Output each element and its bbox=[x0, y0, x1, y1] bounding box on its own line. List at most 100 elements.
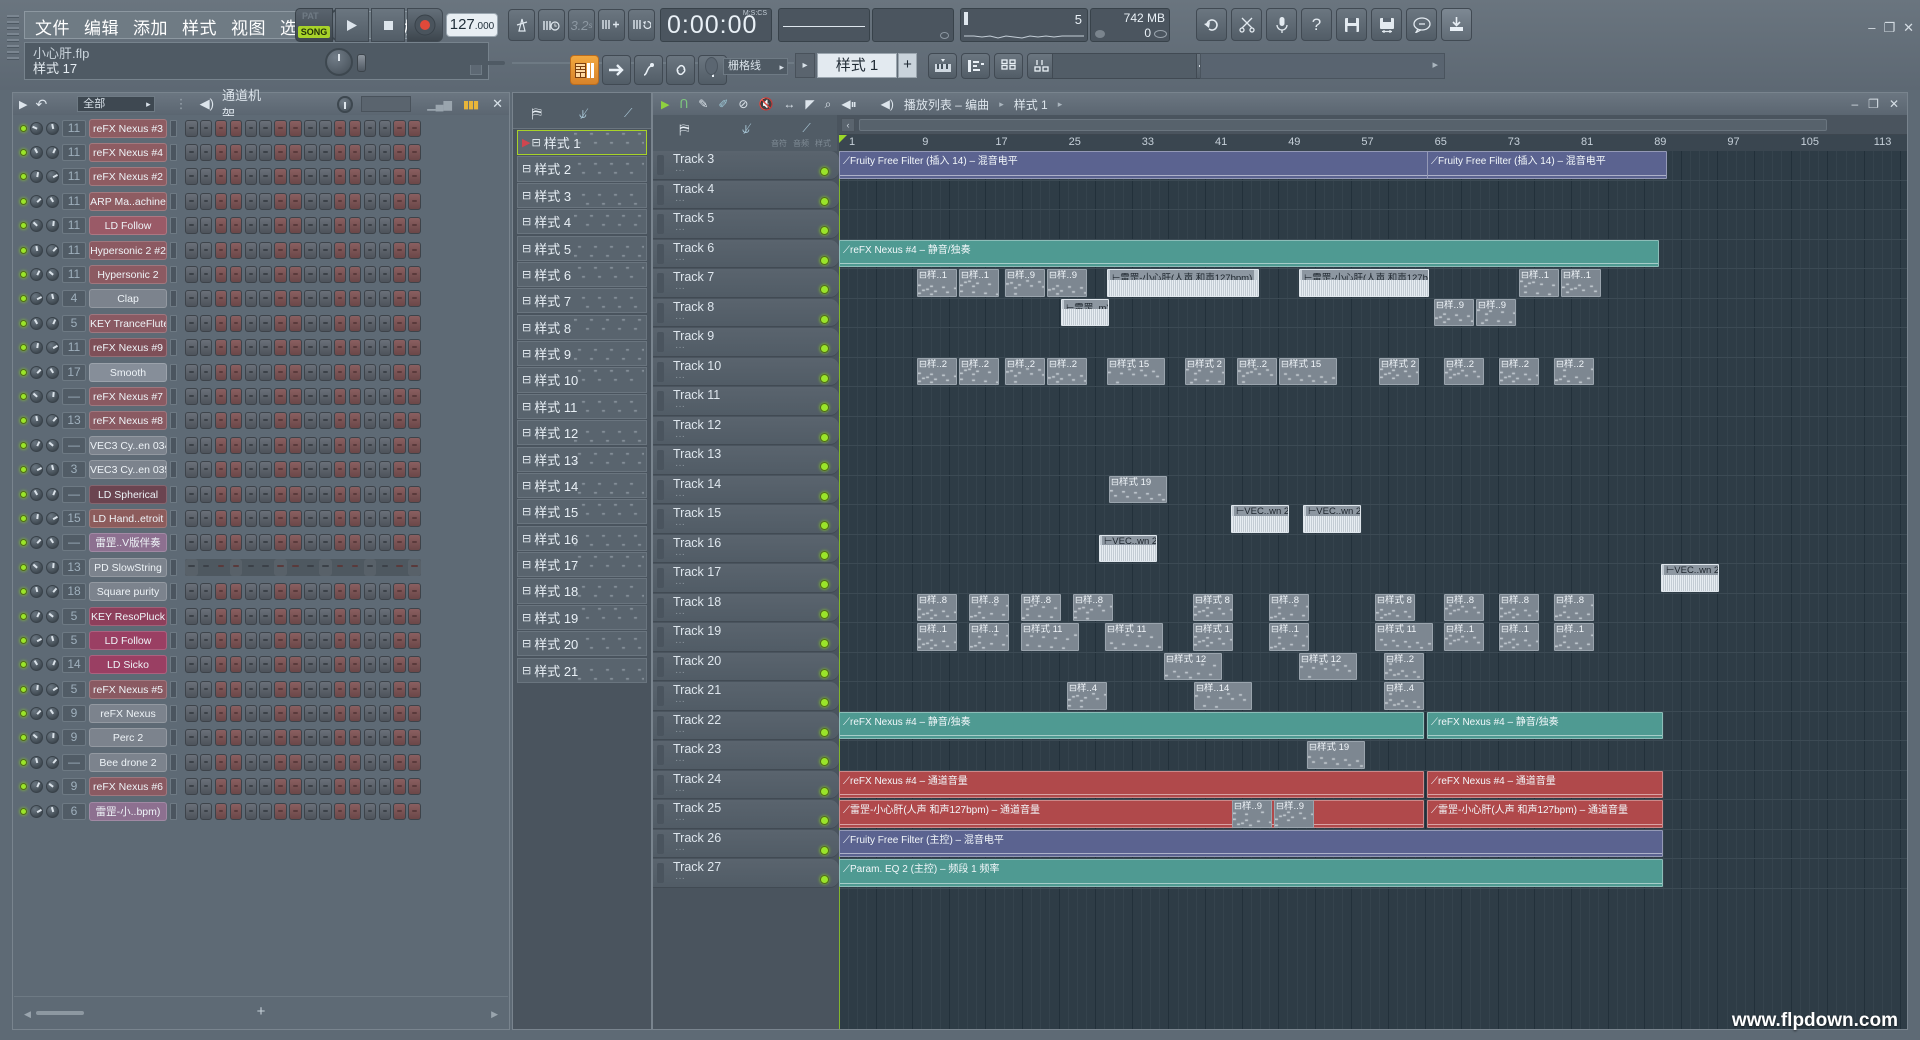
playlist-track-header[interactable]: Track 22 ··· bbox=[653, 711, 839, 740]
track-grip[interactable] bbox=[657, 656, 664, 677]
playlist-track-header[interactable]: Track 17 ··· bbox=[653, 564, 839, 593]
channel-volume-knob[interactable] bbox=[46, 146, 59, 160]
playlist-track-header[interactable]: Track 3 ··· bbox=[653, 151, 839, 180]
step-button[interactable] bbox=[289, 387, 302, 405]
step-button[interactable] bbox=[185, 656, 198, 674]
step-button[interactable] bbox=[289, 534, 302, 552]
channel-row[interactable]: — VEC3 Cy..en 034 bbox=[14, 433, 508, 457]
mute-icon[interactable]: 🔇 bbox=[758, 97, 773, 111]
pattern-list-item[interactable]: ⊟ 样式 11 bbox=[517, 393, 647, 419]
step-button[interactable] bbox=[378, 144, 392, 162]
pattern-list-item[interactable]: ⊟ 样式 18 bbox=[517, 578, 647, 604]
step-button[interactable] bbox=[378, 753, 392, 771]
step-button[interactable] bbox=[244, 314, 258, 332]
browser-icon[interactable] bbox=[994, 53, 1023, 79]
channel-mixer-number[interactable]: 9 bbox=[62, 705, 86, 723]
channel-row[interactable]: 4 Clap bbox=[14, 287, 508, 311]
pattern-clip[interactable]: ⊟样..2 bbox=[1047, 357, 1087, 385]
arrow-right-icon[interactable] bbox=[602, 55, 631, 85]
track-enable-led[interactable] bbox=[820, 373, 829, 383]
step-button[interactable] bbox=[259, 802, 272, 820]
pattern-clip[interactable]: ⊟样..8 bbox=[1269, 593, 1309, 621]
step-button[interactable] bbox=[393, 778, 406, 796]
step-button[interactable] bbox=[378, 168, 392, 186]
save-as-icon[interactable] bbox=[1371, 8, 1402, 41]
automation-clip[interactable]: ⟋雷罡-小心肝(人声 和声127bpm) – 通道音量 bbox=[1427, 800, 1663, 828]
step-sequencer-row[interactable] bbox=[185, 778, 421, 796]
step-button[interactable] bbox=[363, 583, 377, 601]
channel-row[interactable]: 11 Hypersonic 2 bbox=[14, 262, 508, 286]
step-button[interactable] bbox=[304, 363, 317, 381]
step-button[interactable] bbox=[199, 558, 213, 576]
channel-row[interactable]: 5 LD Follow bbox=[14, 628, 508, 652]
pattern-clip[interactable]: ⊟样..2 bbox=[1384, 652, 1424, 680]
channel-mixer-number[interactable]: 9 bbox=[62, 778, 86, 796]
step-button[interactable] bbox=[393, 192, 406, 210]
step-button[interactable] bbox=[393, 485, 406, 503]
channel-volume-knob[interactable] bbox=[46, 585, 59, 599]
step-button[interactable] bbox=[304, 241, 317, 259]
track-options-dots[interactable]: ··· bbox=[675, 608, 685, 619]
channel-row[interactable]: 9 Perc 2 bbox=[14, 726, 508, 750]
channel-enable-led[interactable] bbox=[20, 612, 27, 620]
step-button[interactable] bbox=[214, 266, 228, 284]
step-button[interactable] bbox=[408, 241, 421, 259]
channel-pan-knob[interactable] bbox=[30, 804, 43, 818]
audio-clip[interactable]: ⊢雷罡-小心肝(人声 和声127bpm) bbox=[1107, 269, 1259, 297]
channel-name-button[interactable]: Perc 2 bbox=[89, 728, 167, 748]
step-button[interactable] bbox=[304, 436, 317, 454]
channel-name-button[interactable]: ARP Ma..achine bbox=[89, 191, 167, 211]
channel-name-button[interactable]: reFX Nexus #2 bbox=[89, 167, 167, 187]
step-button[interactable] bbox=[333, 680, 347, 698]
channel-name-button[interactable]: Hypersonic 2 bbox=[89, 265, 167, 285]
step-button[interactable] bbox=[408, 192, 421, 210]
track-enable-led[interactable] bbox=[820, 167, 829, 176]
step-button[interactable] bbox=[185, 387, 198, 405]
channel-enable-led[interactable] bbox=[20, 490, 27, 498]
step-button[interactable] bbox=[274, 314, 287, 332]
track-grip[interactable] bbox=[657, 538, 664, 559]
step-button[interactable] bbox=[259, 168, 272, 186]
pattern-clip[interactable]: ⊟样式 2 bbox=[1185, 357, 1225, 385]
step-button[interactable] bbox=[229, 144, 243, 162]
step-button[interactable] bbox=[319, 534, 332, 552]
step-button[interactable] bbox=[244, 436, 258, 454]
step-button[interactable] bbox=[319, 363, 332, 381]
track-options-dots[interactable]: ··· bbox=[675, 401, 685, 412]
step-button[interactable] bbox=[199, 729, 213, 747]
step-button[interactable] bbox=[229, 778, 243, 796]
step-sequencer-row[interactable] bbox=[185, 534, 421, 552]
track-grip[interactable] bbox=[657, 184, 664, 205]
channel-mixer-number[interactable]: 13 bbox=[62, 558, 86, 576]
step-button[interactable] bbox=[348, 583, 362, 601]
master-pitch-slider[interactable] bbox=[357, 54, 505, 72]
pattern-clip[interactable]: ⊟样式 11 bbox=[1021, 623, 1079, 651]
track-enable-led[interactable] bbox=[820, 580, 829, 589]
slice-icon[interactable]: ↔ bbox=[783, 97, 795, 111]
link-icon[interactable] bbox=[666, 55, 695, 85]
track-grip[interactable] bbox=[657, 420, 664, 441]
step-button[interactable] bbox=[304, 290, 317, 308]
step-sequencer-row[interactable] bbox=[185, 583, 421, 601]
pattern-clip[interactable]: ⊟样..1 bbox=[1269, 623, 1309, 651]
step-button[interactable] bbox=[378, 363, 392, 381]
channel-enable-led[interactable] bbox=[20, 173, 27, 181]
step-button[interactable] bbox=[333, 753, 347, 771]
step-button[interactable] bbox=[348, 631, 362, 649]
draw-icon[interactable] bbox=[634, 55, 663, 85]
step-button[interactable] bbox=[333, 607, 347, 625]
track-enable-led[interactable] bbox=[820, 639, 829, 648]
pattern-list-item[interactable]: ⊟ 样式 12 bbox=[517, 420, 647, 446]
step-button[interactable] bbox=[185, 290, 198, 308]
track-options-dots[interactable]: ··· bbox=[675, 254, 685, 265]
step-button[interactable] bbox=[408, 387, 421, 405]
automation-clip[interactable]: ⟋Fruity Free Filter (主控) – 混音电平 bbox=[839, 829, 1663, 857]
minimize-button[interactable]: – bbox=[1851, 97, 1858, 111]
step-button[interactable] bbox=[244, 290, 258, 308]
channel-volume-knob[interactable] bbox=[46, 463, 59, 477]
step-button[interactable] bbox=[289, 729, 302, 747]
step-button[interactable] bbox=[259, 119, 272, 137]
step-button[interactable] bbox=[333, 729, 347, 747]
step-button[interactable] bbox=[348, 753, 362, 771]
channel-volume-knob[interactable] bbox=[46, 268, 59, 282]
